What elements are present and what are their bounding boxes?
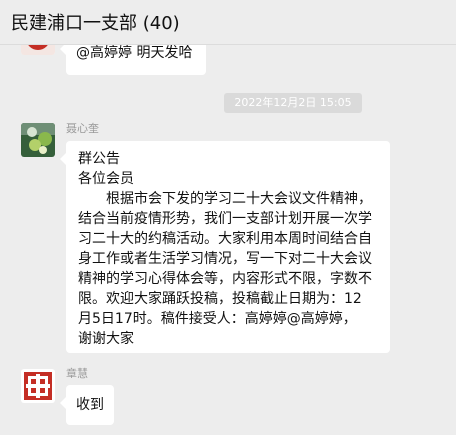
notice-line: 习二十大的约稿活动。大家利用本周时间结合自 bbox=[78, 231, 372, 247]
chat-title: 民建浦口一支部 (40) bbox=[11, 13, 180, 34]
notice-title: 群公告 bbox=[78, 151, 120, 167]
notice-line: 根据市会下发的学习二十大会议文件精神， bbox=[106, 191, 372, 207]
sender-avatar[interactable] bbox=[21, 123, 55, 157]
sender-name: 章慧 bbox=[66, 367, 88, 380]
message-text: 收到 bbox=[76, 397, 104, 413]
notice-line: 月5日17时。稿件接受人：高婷婷@高婷婷， bbox=[78, 311, 357, 327]
notice-line: 限。欢迎大家踊跃投稿，投稿截止日期为：12 bbox=[78, 291, 362, 307]
notice-line: 身工作或者生活学习情况，写一下对二十大会议 bbox=[78, 251, 372, 267]
sender-name: 聂心奎 bbox=[66, 122, 99, 135]
notice-line: 结合当前疫情形势，我们一支部计划开展一次学 bbox=[78, 211, 372, 227]
message-bubble[interactable]: 收到 bbox=[60, 385, 114, 425]
notice-line: 谢谢大家 bbox=[78, 331, 134, 347]
message-text: @高婷婷 明天发哈 bbox=[76, 45, 193, 61]
sender-avatar[interactable] bbox=[21, 369, 55, 403]
chat-header: 民建浦口一支部 (40) bbox=[0, 0, 456, 45]
sender-avatar[interactable] bbox=[21, 45, 55, 55]
notice-line: 各位会员 bbox=[78, 171, 134, 187]
message-timestamp: 2022年12月2日 15:05 bbox=[224, 93, 362, 113]
notice-line: 精神的学习心得体会等，内容形式不限，字数不 bbox=[78, 271, 372, 287]
message-bubble[interactable]: @高婷婷 明天发哈 bbox=[60, 45, 206, 75]
message-list[interactable]: @高婷婷 明天发哈 2022年12月2日 15:05 聂心奎 群公告 各位会员 … bbox=[0, 45, 456, 435]
notice-bubble[interactable]: 群公告 各位会员 根据市会下发的学习二十大会议文件精神， 结合当前疫情形势，我们… bbox=[60, 141, 390, 353]
